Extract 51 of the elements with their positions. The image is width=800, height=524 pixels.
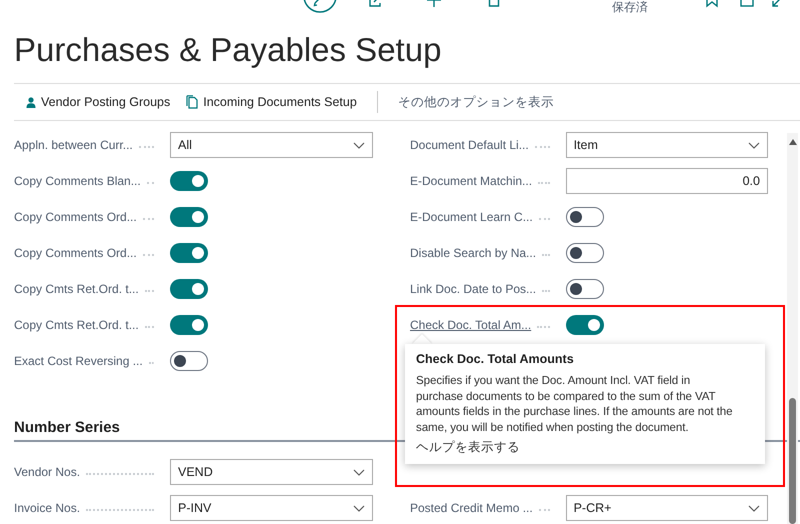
action-button[interactable]: Vendor Posting Groups xyxy=(26,95,170,109)
toggle-switch[interactable] xyxy=(566,315,604,335)
dropdown-field[interactable]: P-CR+ xyxy=(566,495,768,521)
field-label: Copy Comments Ord... xyxy=(14,246,137,260)
field-label: Invoice Nos. xyxy=(14,501,80,515)
chevron-down-icon xyxy=(353,468,365,476)
chevron-down-icon xyxy=(353,142,365,148)
dropdown-field[interactable]: P-INV xyxy=(170,495,373,521)
toggle-switch[interactable] xyxy=(566,279,604,299)
toggle-switch[interactable] xyxy=(170,315,208,335)
document-icon xyxy=(186,95,198,109)
tooltip-title: Check Doc. Total Amounts xyxy=(416,352,575,366)
chevron-down-icon xyxy=(353,504,365,512)
field-label: E-Document Matchin... xyxy=(410,174,532,188)
field-label: Copy Cmts Ret.Ord. t... xyxy=(14,318,139,332)
chevron-down-icon xyxy=(748,504,760,512)
saved-status: 保存済 xyxy=(612,1,648,14)
toggle-switch[interactable] xyxy=(566,243,604,263)
field-label: E-Document Learn C... xyxy=(410,210,533,224)
field-label-link[interactable]: Check Doc. Total Am... xyxy=(410,318,532,332)
toggle-switch[interactable] xyxy=(170,171,208,191)
scrollbar-thumb[interactable] xyxy=(789,398,796,524)
tooltip-text: Specifies if you want the Doc. Amount Incl. VAT field in purchase documents to be compared to the sum of the VAT amounts fields in the purchase lines. If the amounts are not the same, you will be notified when posting the document. xyxy=(416,373,734,435)
field-label: Copy Comments Blan... xyxy=(14,174,141,188)
field-label: Posted Credit Memo ... xyxy=(410,501,533,515)
toggle-switch[interactable] xyxy=(170,351,208,371)
toggle-switch[interactable] xyxy=(170,207,208,227)
field-label: Copy Cmts Ret.Ord. t... xyxy=(14,282,139,296)
field-label: Appln. between Curr... xyxy=(14,138,133,152)
dropdown-field[interactable]: Item xyxy=(566,132,768,158)
field-label: Link Doc. Date to Pos... xyxy=(410,282,536,296)
section-heading: Number Series xyxy=(14,419,120,436)
person-icon xyxy=(26,96,36,108)
scroll-up-icon[interactable] xyxy=(789,139,797,145)
number-field[interactable]: 0.0 xyxy=(566,168,768,194)
toggle-switch[interactable] xyxy=(170,279,208,299)
help-link[interactable]: ヘルプを表示する xyxy=(416,439,520,456)
dropdown-field[interactable]: All xyxy=(170,132,373,158)
field-label: Document Default Li... xyxy=(410,138,529,152)
more-options-button[interactable]: その他のオプションを表示 xyxy=(398,94,554,110)
toggle-switch[interactable] xyxy=(170,243,208,263)
toggle-switch[interactable] xyxy=(566,207,604,227)
action-button[interactable]: Incoming Documents Setup xyxy=(186,95,357,109)
field-label: Exact Cost Reversing ... xyxy=(14,354,143,368)
field-label: Copy Comments Ord... xyxy=(14,210,137,224)
edit-icon[interactable] xyxy=(302,0,338,14)
dropdown-field[interactable]: VEND xyxy=(170,459,373,485)
page-title: Purchases & Payables Setup xyxy=(14,31,442,69)
chevron-down-icon xyxy=(748,142,760,148)
field-label: Vendor Nos. xyxy=(14,465,80,479)
field-label: Disable Search by Na... xyxy=(410,246,536,260)
